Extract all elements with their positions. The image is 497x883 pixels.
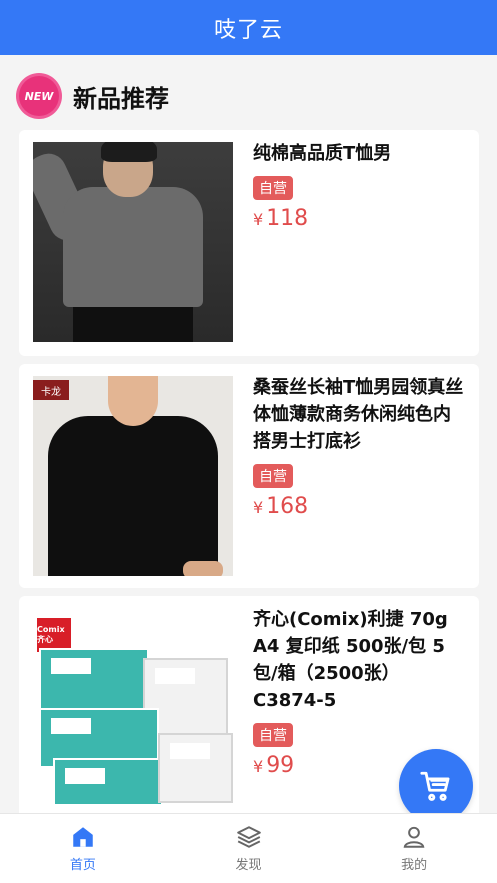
product-name[interactable]: 齐心(Comix)利捷 70g A4 复印纸 500张/包 5包/箱（2500张…: [253, 606, 467, 714]
brand-mark: 卡龙: [33, 380, 69, 400]
tab-profile[interactable]: 我的: [331, 814, 497, 883]
product-price: ¥168: [253, 494, 467, 519]
product-card[interactable]: 纯棉高品质T恤男 自营 ¥118: [19, 130, 479, 356]
price-value: 168: [266, 494, 309, 519]
tab-label: 发现: [235, 858, 262, 873]
new-badge-icon: NEW: [19, 76, 59, 116]
tab-discover[interactable]: 发现: [166, 814, 332, 883]
cart-icon: [420, 771, 450, 801]
currency-symbol: ¥: [253, 498, 264, 517]
cart-button[interactable]: [399, 749, 473, 823]
section-title: 新品推荐: [73, 84, 169, 113]
self-operated-tag: 自营: [253, 176, 293, 200]
tab-home[interactable]: 首页: [0, 814, 166, 883]
home-icon: [73, 827, 93, 847]
product-image[interactable]: 卡龙: [33, 376, 233, 576]
product-name[interactable]: 桑蚕丝长袖T恤男园领真丝体恤薄款商务休闲纯色内搭男士打底衫: [253, 374, 467, 455]
product-card[interactable]: 卡龙 桑蚕丝长袖T恤男园领真丝体恤薄款商务休闲纯色内搭男士打底衫 自营 ¥168: [19, 364, 479, 588]
layers-icon: [236, 826, 261, 848]
currency-symbol: ¥: [253, 210, 264, 229]
app-header: 吱了云: [0, 0, 497, 55]
product-image[interactable]: Comix 齐心: [33, 608, 233, 808]
section-header: NEW 新品推荐: [19, 76, 169, 116]
tab-label: 我的: [401, 858, 428, 873]
self-operated-tag: 自营: [253, 464, 293, 488]
self-operated-tag: 自营: [253, 723, 293, 747]
product-price: ¥118: [253, 206, 467, 231]
bottom-tab-bar: 首页 发现 我的: [0, 813, 497, 883]
app-title: 吱了云: [213, 17, 283, 43]
price-value: 118: [266, 206, 309, 231]
currency-symbol: ¥: [253, 757, 264, 776]
tab-label: 首页: [69, 858, 96, 873]
price-value: 99: [266, 753, 295, 778]
product-name[interactable]: 纯棉高品质T恤男: [253, 140, 467, 167]
new-badge-text: NEW: [24, 89, 54, 103]
user-icon: [403, 826, 425, 848]
product-image[interactable]: [33, 142, 233, 342]
brand-logo: Comix 齐心: [37, 618, 71, 652]
